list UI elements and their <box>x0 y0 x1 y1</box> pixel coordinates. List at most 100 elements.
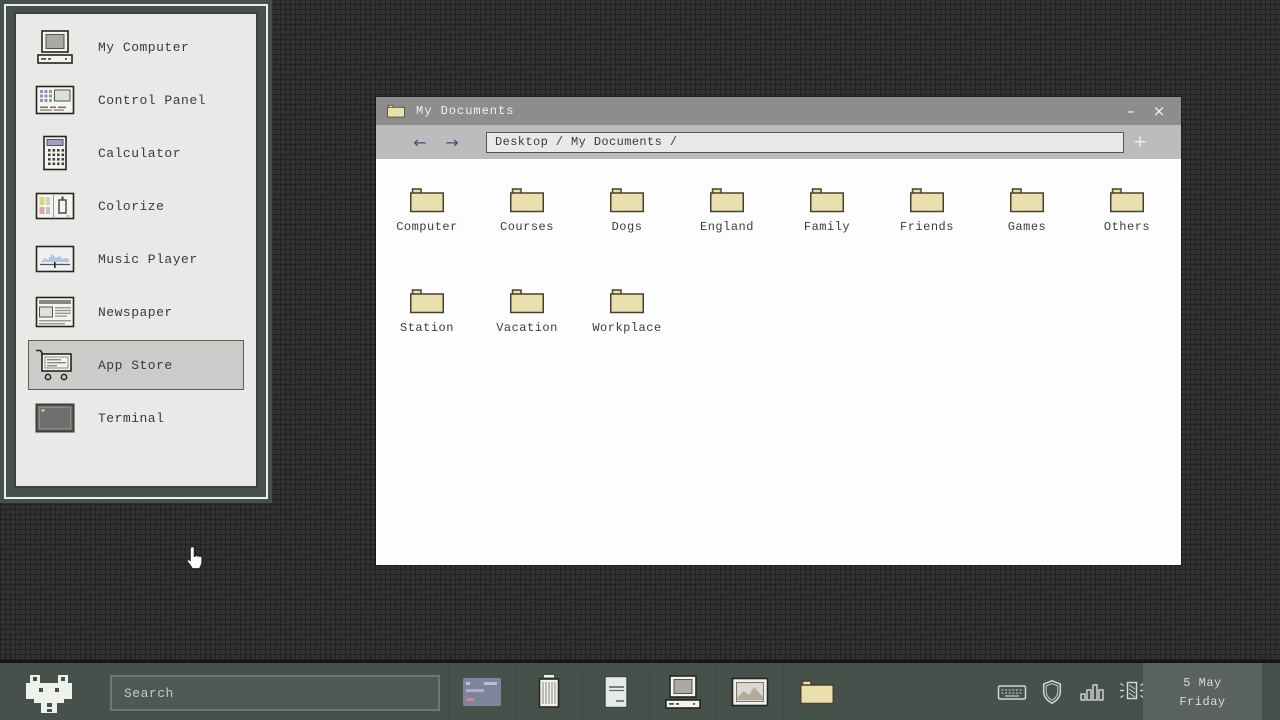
folder-england[interactable]: England <box>677 185 777 234</box>
menu-item-music-player[interactable]: Music Player <box>28 234 244 284</box>
trash-icon <box>536 674 562 715</box>
computer-icon <box>663 674 703 715</box>
folder-courses[interactable]: Courses <box>477 185 577 234</box>
keyboard-icon <box>997 682 1027 707</box>
folder-dogs[interactable]: Dogs <box>577 185 677 234</box>
folder-workplace[interactable]: Workplace <box>577 286 677 335</box>
folder-family[interactable]: Family <box>777 185 877 234</box>
dock-picture-icon[interactable] <box>716 666 783 720</box>
dog-logo[interactable] <box>26 673 72 720</box>
folder-label: Others <box>1104 220 1150 234</box>
folder-label: England <box>700 220 754 234</box>
folder-friends[interactable]: Friends <box>877 185 977 234</box>
control-panel-icon <box>33 85 77 115</box>
colorize-icon <box>33 192 77 220</box>
menu-item-label: App Store <box>98 358 173 373</box>
folder-others[interactable]: Others <box>1077 185 1177 234</box>
folder-label: Courses <box>500 220 554 234</box>
folder-label: Computer <box>396 220 458 234</box>
folder-icon <box>386 103 406 119</box>
folder-icon <box>808 185 846 215</box>
menu-item-terminal[interactable]: Terminal <box>28 393 244 443</box>
card-icon <box>462 677 502 712</box>
picture-icon <box>731 677 769 712</box>
dock-folder-icon[interactable] <box>783 666 850 720</box>
dock-trash-icon[interactable] <box>515 666 582 720</box>
folder-label: Friends <box>900 220 954 234</box>
calculator-icon <box>33 135 77 171</box>
window-title: My Documents <box>416 104 514 118</box>
address-bar[interactable] <box>486 132 1124 153</box>
forward-button[interactable]: → <box>436 133 468 152</box>
dock-computer-icon[interactable] <box>649 666 716 720</box>
menu-item-label: My Computer <box>98 40 189 55</box>
music-player-icon <box>33 245 77 273</box>
menu-item-my-computer[interactable]: My Computer <box>28 22 244 72</box>
tray-signal-icon[interactable] <box>1076 681 1107 708</box>
folder-icon <box>408 286 446 316</box>
folder-label: Workplace <box>592 321 661 335</box>
menu-item-app-store[interactable]: App Store <box>28 340 244 390</box>
minimize-button[interactable]: – <box>1117 97 1145 125</box>
folder-label: Dogs <box>612 220 643 234</box>
menu-item-label: Music Player <box>98 252 198 267</box>
folder-label: Station <box>400 321 454 335</box>
folder-icon <box>1108 185 1146 215</box>
folder-grid: Computer Courses Dogs England Family Friends G… <box>376 185 1181 335</box>
tray-shield-icon[interactable] <box>1036 679 1067 710</box>
start-menu: My Computer Control Panel Calculator Colori… <box>14 12 258 488</box>
window-titlebar[interactable]: My Documents – × <box>376 97 1181 125</box>
phone-icon <box>1117 680 1147 709</box>
dock-card-icon[interactable] <box>448 666 515 720</box>
search-input[interactable] <box>110 675 440 711</box>
start-menu-panel: My Computer Control Panel Calculator Colori… <box>0 0 272 503</box>
dock-notebook-icon[interactable] <box>582 666 649 720</box>
date-panel[interactable]: 5 May Friday <box>1143 663 1262 720</box>
close-button[interactable]: × <box>1145 97 1173 125</box>
folder-icon <box>1008 185 1046 215</box>
shield-icon <box>1041 679 1063 710</box>
folder-station[interactable]: Station <box>377 286 477 335</box>
hand-cursor <box>184 545 206 576</box>
folder-icon <box>708 185 746 215</box>
taskbar-dock <box>448 666 850 720</box>
menu-item-newspaper[interactable]: Newspaper <box>28 287 244 337</box>
menu-item-label: Terminal <box>98 411 164 426</box>
menu-item-calculator[interactable]: Calculator <box>28 128 244 178</box>
menu-item-control-panel[interactable]: Control Panel <box>28 75 244 125</box>
folder-icon <box>508 286 546 316</box>
folder-computer[interactable]: Computer <box>377 185 477 234</box>
terminal-icon <box>33 403 77 433</box>
date-day-month: 5 May <box>1183 674 1222 693</box>
folder-label: Vacation <box>496 321 558 335</box>
folder-vacation[interactable]: Vacation <box>477 286 577 335</box>
folder-icon <box>408 185 446 215</box>
menu-item-label: Calculator <box>98 146 181 161</box>
menu-item-label: Colorize <box>98 199 164 214</box>
my-computer-icon <box>33 29 77 65</box>
menu-item-label: Control Panel <box>98 93 206 108</box>
tray-keyboard-icon[interactable] <box>996 682 1027 707</box>
folder-label: Family <box>804 220 850 234</box>
date-weekday: Friday <box>1179 693 1225 712</box>
folder-icon <box>798 677 836 712</box>
new-tab-button[interactable]: + <box>1133 132 1147 152</box>
folder-label: Games <box>1008 220 1047 234</box>
menu-item-label: Newspaper <box>98 305 173 320</box>
newspaper-icon <box>33 296 77 328</box>
folder-icon <box>608 286 646 316</box>
status-tray <box>996 666 1147 720</box>
desktop: My Computer Control Panel Calculator Colori… <box>0 0 1280 720</box>
window-body: Computer Courses Dogs England Family Friends G… <box>376 159 1181 335</box>
taskbar: 5 May Friday <box>0 660 1280 720</box>
notebook-icon <box>602 674 630 715</box>
menu-item-colorize[interactable]: Colorize <box>28 181 244 231</box>
folder-icon <box>608 185 646 215</box>
folder-icon <box>508 185 546 215</box>
my-documents-window: My Documents – × ← → + Computer Courses Do… <box>376 97 1181 565</box>
back-button[interactable]: ← <box>404 133 436 152</box>
app-store-icon <box>33 347 77 383</box>
signal-icon <box>1079 681 1105 708</box>
folder-icon <box>908 185 946 215</box>
folder-games[interactable]: Games <box>977 185 1077 234</box>
